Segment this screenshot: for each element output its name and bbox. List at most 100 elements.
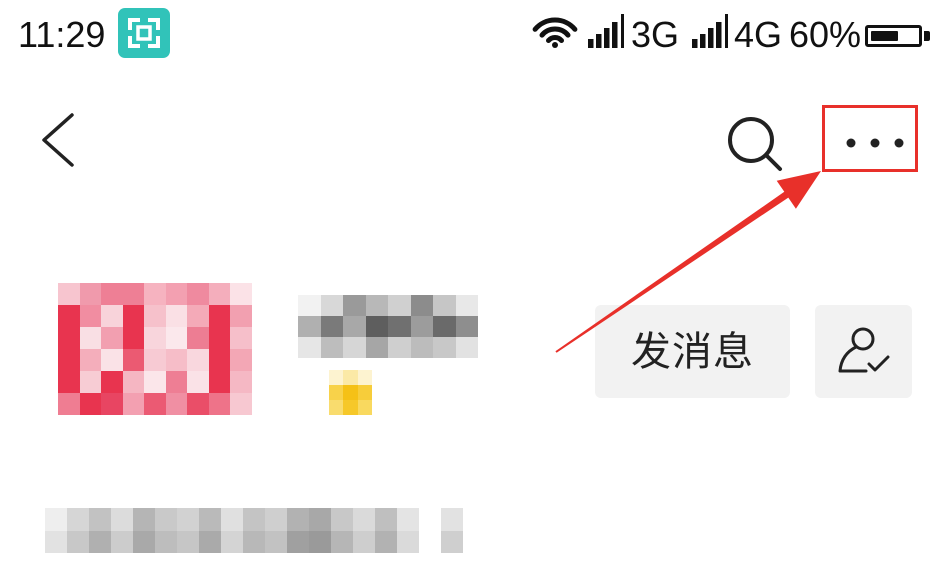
mosaic-tile [111, 508, 133, 531]
mosaic-tile [343, 295, 366, 316]
mosaic-tile [357, 385, 372, 400]
mosaic-tile [329, 370, 344, 385]
mosaic-tile [208, 327, 231, 349]
mosaic-tile [320, 295, 343, 316]
username-redacted [298, 295, 478, 358]
following-status-button[interactable] [815, 305, 912, 398]
wifi-icon [532, 17, 578, 48]
mosaic-tile [58, 349, 80, 371]
mosaic-tile [187, 327, 209, 349]
mosaic-tile [298, 337, 321, 358]
mosaic-tile [298, 316, 321, 337]
mosaic-tile [122, 371, 145, 393]
mosaic-tile [357, 370, 372, 385]
chevron-left-icon[interactable] [40, 110, 76, 170]
send-message-button[interactable]: 发消息 [595, 305, 790, 398]
profile-screen: 11:29 3G 4G 60% 发消息 [0, 0, 952, 587]
mosaic-tile [343, 370, 358, 385]
mosaic-tile [331, 508, 353, 531]
mosaic-tile [144, 349, 166, 371]
battery-body [865, 25, 922, 47]
mosaic-tile [298, 295, 321, 316]
cellular-signal-icon [692, 14, 728, 48]
mosaic-tile [144, 283, 166, 305]
mosaic-tile [122, 283, 145, 305]
mosaic-tile [287, 508, 309, 531]
mosaic-tile [357, 400, 372, 415]
mosaic-tile [89, 508, 111, 531]
mosaic-tile [343, 337, 366, 358]
avatar[interactable] [58, 283, 252, 415]
mosaic-tile [155, 530, 177, 553]
mosaic-tile [187, 305, 209, 327]
mosaic-tile [243, 508, 265, 531]
mosaic-tile [455, 295, 478, 316]
mosaic-tile [388, 295, 411, 316]
mosaic-tile [265, 530, 287, 553]
mosaic-tile [177, 530, 199, 553]
mosaic-tile [320, 337, 343, 358]
mosaic-tile [58, 393, 80, 415]
mosaic-tile [410, 316, 433, 337]
mosaic-tile [187, 349, 209, 371]
mosaic-tile [122, 349, 145, 371]
mosaic-tile [67, 530, 89, 553]
mosaic-tile [144, 393, 166, 415]
mosaic-tile [199, 530, 221, 553]
mosaic-tile [155, 508, 177, 531]
network-type-primary: 3G [631, 14, 680, 55]
mosaic-tile [397, 530, 419, 553]
mosaic-tile [375, 530, 397, 553]
battery-tip [924, 31, 930, 41]
mosaic-tile [67, 508, 89, 531]
search-icon[interactable] [722, 110, 788, 176]
mosaic-tile [331, 530, 353, 553]
mosaic-tile [111, 530, 133, 553]
more-horizontal-icon[interactable] [840, 130, 910, 156]
mosaic-tile [441, 530, 463, 553]
mosaic-tile [455, 337, 478, 358]
mosaic-tile [187, 393, 209, 415]
mosaic-tile [101, 327, 123, 349]
battery-percent: 60% [789, 14, 862, 55]
mosaic-tile [433, 295, 456, 316]
mosaic-tile [221, 530, 243, 553]
mosaic-tile [58, 283, 80, 305]
mosaic-tile [343, 400, 358, 415]
mosaic-tile [58, 305, 80, 327]
mosaic-tile [165, 283, 188, 305]
mosaic-tile [343, 385, 358, 400]
mosaic-tile [353, 530, 375, 553]
mosaic-tile [144, 327, 166, 349]
mosaic-tile [243, 530, 265, 553]
mosaic-tile [441, 508, 463, 531]
mosaic-tile [79, 349, 102, 371]
battery-icon [865, 25, 931, 47]
status-time: 11:29 [18, 14, 106, 55]
mosaic-tile [79, 393, 102, 415]
mosaic-tile [79, 283, 102, 305]
mosaic-tile [122, 305, 145, 327]
mosaic-tile [353, 508, 375, 531]
mosaic-tile [89, 530, 111, 553]
mosaic-tile [79, 327, 102, 349]
mosaic-tile [101, 371, 123, 393]
mosaic-tile [433, 337, 456, 358]
mosaic-tile [343, 316, 366, 337]
mosaic-tile [388, 316, 411, 337]
mosaic-tile [101, 305, 123, 327]
mosaic-tile [45, 508, 67, 531]
mosaic-tile [230, 305, 252, 327]
mosaic-tile [419, 530, 441, 553]
network-type-secondary: 4G [734, 14, 783, 55]
mosaic-tile [208, 283, 231, 305]
mosaic-tile [455, 316, 478, 337]
mosaic-tile [329, 400, 344, 415]
mosaic-tile [208, 349, 231, 371]
mosaic-tile [388, 337, 411, 358]
mosaic-tile [101, 349, 123, 371]
mosaic-tile [144, 371, 166, 393]
mosaic-tile [165, 349, 188, 371]
mosaic-tile [410, 337, 433, 358]
mosaic-tile [177, 508, 199, 531]
